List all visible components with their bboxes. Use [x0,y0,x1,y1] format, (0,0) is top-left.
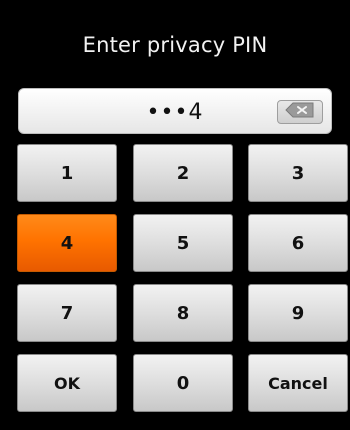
dialog-title: Enter privacy PIN [82,33,268,57]
key-1[interactable]: 1 [17,144,117,202]
backspace-button[interactable] [277,100,323,124]
cancel-button[interactable]: Cancel [248,354,348,412]
key-4[interactable]: 4 [17,214,117,272]
key-7[interactable]: 7 [17,284,117,342]
key-9[interactable]: 9 [248,284,348,342]
key-6[interactable]: 6 [248,214,348,272]
backspace-icon [285,102,315,122]
pin-entry-field[interactable]: •••4 [18,88,332,134]
key-8[interactable]: 8 [133,284,233,342]
key-3[interactable]: 3 [248,144,348,202]
key-5[interactable]: 5 [133,214,233,272]
key-0[interactable]: 0 [133,354,233,412]
key-2[interactable]: 2 [133,144,233,202]
ok-button[interactable]: OK [17,354,117,412]
